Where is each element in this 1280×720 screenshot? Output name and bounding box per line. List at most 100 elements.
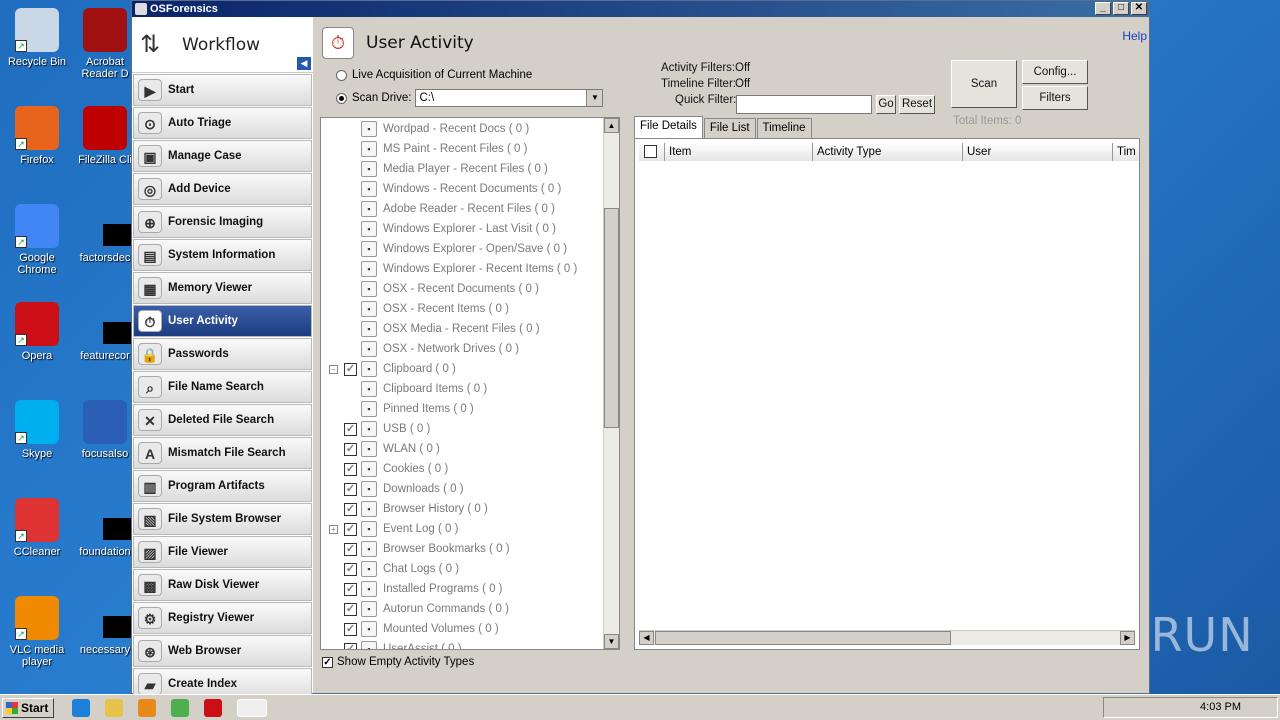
tree-item[interactable]: ✓ ▪ Installed Programs ( 0 ) — [329, 579, 503, 599]
tree-item-checkbox[interactable]: ✓ — [344, 622, 357, 636]
scroll-down-icon[interactable]: ▼ — [604, 634, 619, 649]
desktop-icon[interactable]: ↗ CCleaner — [0, 498, 74, 558]
tree-item[interactable]: ▪ OSX Media - Recent Files ( 0 ) — [361, 319, 540, 339]
tree-item[interactable]: ✓ ▪ WLAN ( 0 ) — [329, 439, 440, 459]
tree-item[interactable]: ▪ Windows Explorer - Open/Save ( 0 ) — [361, 239, 567, 259]
tab-file-list[interactable]: File List — [703, 118, 756, 138]
tree-item-checkbox[interactable]: ✓ — [344, 522, 357, 536]
tree-item-checkbox[interactable]: ✓ — [344, 462, 357, 476]
show-empty-checkbox[interactable]: ✓ — [322, 656, 333, 668]
osforensics-icon[interactable] — [237, 699, 267, 717]
tree-item[interactable]: ▪ Wordpad - Recent Docs ( 0 ) — [361, 119, 529, 139]
maximize-button[interactable]: □ — [1113, 2, 1129, 15]
sidebar-item-mismatch-file-search[interactable]: A Mismatch File Search — [133, 437, 312, 469]
scan-drive-option[interactable]: Scan Drive: C:\ ▼ — [336, 89, 604, 107]
tree-item-checkbox[interactable]: ✓ — [344, 542, 357, 556]
tab-timeline[interactable]: Timeline — [756, 118, 812, 138]
sidebar-item-user-activity[interactable]: ⏱ User Activity — [133, 305, 312, 337]
tree-item[interactable]: ✓ ▪ Downloads ( 0 ) — [329, 479, 464, 499]
sidebar-item-file-viewer[interactable]: ▨ File Viewer — [133, 536, 312, 568]
tree-item-checkbox[interactable]: ✓ — [344, 602, 357, 616]
sidebar-item-file-name-search[interactable]: ⌕ File Name Search — [133, 371, 312, 403]
tree-item[interactable]: ▪ Windows Explorer - Recent Items ( 0 ) — [361, 259, 577, 279]
tree-item[interactable]: ✓ ▪ Mounted Volumes ( 0 ) — [329, 619, 499, 639]
sidebar-item-add-device[interactable]: ◎ Add Device — [133, 173, 312, 205]
show-empty-option[interactable]: ✓ Show Empty Activity Types — [322, 656, 474, 668]
select-all-checkbox[interactable] — [639, 143, 665, 161]
collapse-sidebar-button[interactable]: ◀ — [297, 57, 311, 70]
desktop-icon[interactable]: ↗ Opera — [0, 302, 74, 362]
scroll-thumb[interactable] — [604, 208, 619, 428]
sidebar-item-memory-viewer[interactable]: ▦ Memory Viewer — [133, 272, 312, 304]
tree-item[interactable]: ✓ ▪ Autorun Commands ( 0 ) — [329, 599, 509, 619]
tree-item[interactable]: ▪ Clipboard Items ( 0 ) — [361, 379, 487, 399]
sidebar-item-start[interactable]: ▶ Start — [133, 74, 312, 106]
tree-item-checkbox[interactable]: ✓ — [344, 482, 357, 496]
tree-item[interactable]: ✓ ▪ Browser Bookmarks ( 0 ) — [329, 539, 510, 559]
results-grid[interactable]: Item Activity Type User Tim ◀ ▶ — [634, 138, 1140, 650]
sidebar-item-web-browser[interactable]: ⊛ Web Browser — [133, 635, 312, 667]
explorer-icon[interactable] — [105, 699, 123, 717]
column-time[interactable]: Tim — [1113, 143, 1139, 161]
tree-item[interactable]: + ✓ ▪ Event Log ( 0 ) — [329, 519, 458, 539]
tree-item[interactable]: ▪ OSX - Network Drives ( 0 ) — [361, 339, 519, 359]
sidebar-item-raw-disk-viewer[interactable]: ▩ Raw Disk Viewer — [133, 569, 312, 601]
sidebar-item-manage-case[interactable]: ▣ Manage Case — [133, 140, 312, 172]
tree-item-checkbox[interactable]: ✓ — [344, 422, 357, 436]
tree-item[interactable]: ▪ Pinned Items ( 0 ) — [361, 399, 474, 419]
desktop-icon[interactable]: ↗ Skype — [0, 400, 74, 460]
scroll-right-icon[interactable]: ▶ — [1120, 631, 1135, 645]
column-item[interactable]: Item — [665, 143, 813, 161]
tree-item[interactable]: ▪ Windows Explorer - Last Visit ( 0 ) — [361, 219, 556, 239]
tree-item[interactable]: ✓ ▪ UserAssist ( 0 ) — [329, 639, 462, 649]
sidebar-item-program-artifacts[interactable]: ▥ Program Artifacts — [133, 470, 312, 502]
scan-drive-radio[interactable] — [336, 92, 347, 104]
config-button[interactable]: Config... — [1022, 60, 1088, 84]
desktop-icon[interactable]: ↗ VLC media player — [0, 596, 74, 668]
expand-toggle-icon[interactable]: + — [329, 524, 338, 534]
scroll-thumb[interactable] — [655, 631, 951, 645]
filters-button[interactable]: Filters — [1022, 86, 1088, 110]
scan-button[interactable]: Scan — [951, 60, 1017, 108]
tree-item[interactable]: ▪ OSX - Recent Items ( 0 ) — [361, 299, 509, 319]
tree-item[interactable]: ✓ ▪ Cookies ( 0 ) — [329, 459, 448, 479]
chrome-icon[interactable] — [171, 699, 189, 717]
sidebar-item-deleted-file-search[interactable]: ✕ Deleted File Search — [133, 404, 312, 436]
tree-item-checkbox[interactable]: ✓ — [344, 502, 357, 516]
opera-icon[interactable] — [204, 699, 222, 717]
tree-item[interactable]: ▪ OSX - Recent Documents ( 0 ) — [361, 279, 539, 299]
quick-filter-input[interactable] — [736, 95, 872, 114]
chevron-down-icon[interactable]: ▼ — [586, 90, 603, 106]
desktop-icon[interactable]: ↗ Recycle Bin — [0, 8, 74, 68]
tree-item-checkbox[interactable]: ✓ — [344, 562, 357, 576]
tree-item[interactable]: ▪ Media Player - Recent Files ( 0 ) — [361, 159, 548, 179]
live-acquisition-option[interactable]: Live Acquisition of Current Machine — [336, 69, 532, 81]
tree-item[interactable]: − ✓ ▪ Clipboard ( 0 ) — [329, 359, 456, 379]
minimize-button[interactable]: _ — [1095, 2, 1111, 15]
title-bar[interactable]: OSForensics _ □ ✕ — [132, 1, 1149, 17]
scan-drive-select[interactable]: C:\ ▼ — [415, 89, 604, 107]
activity-type-tree[interactable]: ▪ Wordpad - Recent Docs ( 0 ) ▪ MS Paint - … — [320, 117, 620, 650]
expand-toggle-icon[interactable]: − — [329, 364, 338, 374]
tree-item-checkbox[interactable]: ✓ — [344, 582, 357, 596]
start-button[interactable]: Start — [2, 698, 54, 718]
tree-item[interactable]: ▪ Windows - Recent Documents ( 0 ) — [361, 179, 561, 199]
sidebar-item-forensic-imaging[interactable]: ⊕ Forensic Imaging — [133, 206, 312, 238]
desktop-icon[interactable]: ↗ Google Chrome — [0, 204, 74, 276]
tree-item-checkbox[interactable]: ✓ — [344, 442, 357, 456]
tree-item[interactable]: ✓ ▪ Chat Logs ( 0 ) — [329, 559, 459, 579]
column-user[interactable]: User — [963, 143, 1113, 161]
tree-item[interactable]: ▪ Adobe Reader - Recent Files ( 0 ) — [361, 199, 555, 219]
column-activity-type[interactable]: Activity Type — [813, 143, 963, 161]
close-button[interactable]: ✕ — [1131, 2, 1147, 15]
sidebar-item-registry-viewer[interactable]: ⚙ Registry Viewer — [133, 602, 312, 634]
scroll-left-icon[interactable]: ◀ — [639, 631, 654, 645]
sidebar-item-system-information[interactable]: ▤ System Information — [133, 239, 312, 271]
live-acquisition-radio[interactable] — [336, 69, 347, 81]
tree-item-checkbox[interactable]: ✓ — [344, 362, 357, 376]
grid-horizontal-scrollbar[interactable]: ◀ ▶ — [639, 630, 1135, 645]
tab-file-details[interactable]: File Details — [634, 116, 703, 138]
media-player-icon[interactable] — [138, 699, 156, 717]
help-link[interactable]: Help — [1122, 29, 1147, 43]
ie-icon[interactable] — [72, 699, 90, 717]
